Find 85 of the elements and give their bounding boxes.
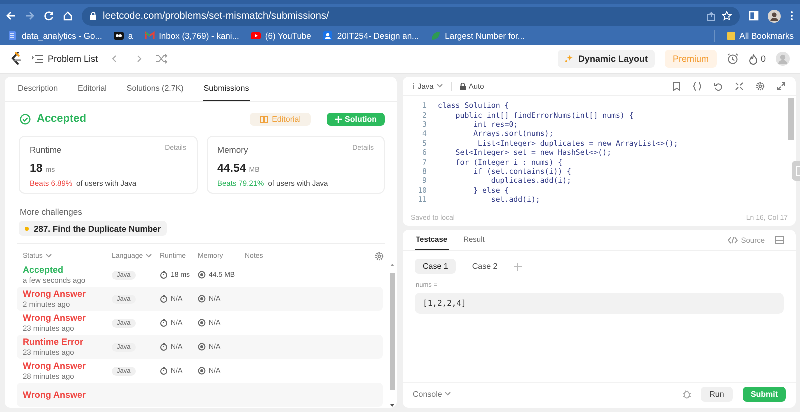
avatar-icon[interactable] <box>768 10 781 22</box>
leaf-icon <box>431 30 442 40</box>
stopwatch-icon <box>160 367 168 375</box>
expand-icon[interactable] <box>777 82 786 90</box>
back-icon[interactable] <box>6 11 16 21</box>
dynamic-layout-button[interactable]: Dynamic Layout <box>558 50 655 68</box>
bookmark-label[interactable]: All Bookmarks <box>740 30 794 40</box>
shuffle-icon[interactable] <box>156 54 168 64</box>
submission-status[interactable]: Wrong Answer <box>23 313 112 323</box>
star-icon[interactable] <box>722 11 732 21</box>
plus-icon <box>335 116 342 122</box>
settings-icon[interactable] <box>756 82 765 90</box>
stat-value: 44.54 <box>218 163 246 175</box>
scrollbar[interactable] <box>389 263 395 408</box>
shrink-icon[interactable] <box>735 82 744 90</box>
menu-icon[interactable] <box>790 11 794 21</box>
share-icon[interactable] <box>707 12 716 20</box>
bookmark-label[interactable]: a <box>128 30 134 40</box>
submission-status[interactable]: Accepted <box>23 265 112 275</box>
dot-icon <box>25 226 29 230</box>
tab-icon <box>114 30 124 40</box>
bookmark-label[interactable]: Largest Number for... <box>445 30 525 40</box>
streak-count: 0 <box>760 54 766 64</box>
mail-icon <box>145 30 156 40</box>
book-icon <box>260 116 268 122</box>
sparkle-icon <box>565 55 574 63</box>
scrollbar[interactable] <box>788 98 794 140</box>
folder-icon <box>726 30 736 40</box>
bookmark-label[interactable]: (6) YouTube <box>265 30 312 40</box>
scroll-down-icon[interactable] <box>390 404 394 408</box>
stopwatch-icon <box>160 271 168 279</box>
bookmark-label[interactable]: Inbox (3,769) - kani... <box>159 30 240 40</box>
sidepanel-icon[interactable] <box>749 11 759 21</box>
alarm-icon[interactable] <box>726 53 739 65</box>
submission-row[interactable]: Wrong Answer <box>17 383 383 407</box>
bookmark-label[interactable]: 20IT254- Design an... <box>337 30 420 40</box>
submission-status[interactable]: Wrong Answer <box>23 361 112 371</box>
scroll-up-icon[interactable] <box>390 263 394 267</box>
tab[interactable]: Solutions (2.7K) <box>126 77 185 101</box>
check-circle-icon <box>20 114 31 124</box>
lock-icon <box>90 12 97 20</box>
caret-icon <box>445 392 452 396</box>
document-icon <box>8 30 18 40</box>
lock-icon <box>460 82 466 90</box>
submission-status[interactable]: Runtime Error <box>23 337 112 347</box>
submission-status[interactable]: Wrong Answer <box>23 390 112 400</box>
submission-status[interactable]: Wrong Answer <box>23 289 112 299</box>
home-icon[interactable] <box>63 11 73 21</box>
forward-icon[interactable] <box>25 11 35 21</box>
undo-icon[interactable] <box>714 82 723 90</box>
person-icon <box>323 30 334 40</box>
stat-label: Memory <box>218 145 248 155</box>
stopwatch-icon <box>160 343 168 351</box>
result-status: Accepted <box>37 113 87 125</box>
problem-list-button[interactable]: Problem List <box>32 54 98 64</box>
challenge-chip[interactable]: 287. Find the Duplicate Number <box>19 221 168 236</box>
logo-icon[interactable] <box>10 52 22 66</box>
video-icon <box>251 30 262 40</box>
bookmark-icon[interactable] <box>673 82 681 90</box>
stat-label: Runtime <box>30 145 62 155</box>
code-icon <box>728 236 738 244</box>
caret-icon <box>146 254 152 258</box>
caret-icon <box>436 84 443 88</box>
bookmark-label[interactable]: data_analytics - Go... <box>22 30 102 40</box>
braces-icon[interactable] <box>693 82 702 90</box>
testcase-input[interactable]: [1,2,2,4] <box>415 293 784 314</box>
flame-icon <box>748 54 758 64</box>
console-button[interactable]: Console <box>413 390 452 398</box>
panel-icon[interactable] <box>775 236 784 244</box>
caret-icon <box>46 254 52 258</box>
settings-icon[interactable] <box>375 252 384 260</box>
reload-icon[interactable] <box>44 11 54 21</box>
stopwatch-icon <box>160 295 168 303</box>
stat-value: 18 <box>30 163 43 175</box>
address-bar[interactable]: leetcode.com/problems/set-mismatch/submissions/ <box>82 6 740 26</box>
list-icon <box>32 54 43 64</box>
section-title: More challenges <box>19 206 84 217</box>
case-tab[interactable]: Case 1 <box>415 259 456 274</box>
tab[interactable]: Submissions <box>202 77 250 101</box>
case-tab[interactable]: Case 2 <box>464 259 506 274</box>
tab[interactable]: Editorial <box>77 77 108 101</box>
bug-icon[interactable] <box>683 390 691 398</box>
run-button[interactable]: Run <box>701 386 733 402</box>
tab[interactable]: Description <box>17 77 60 101</box>
stopwatch-icon <box>160 319 168 327</box>
